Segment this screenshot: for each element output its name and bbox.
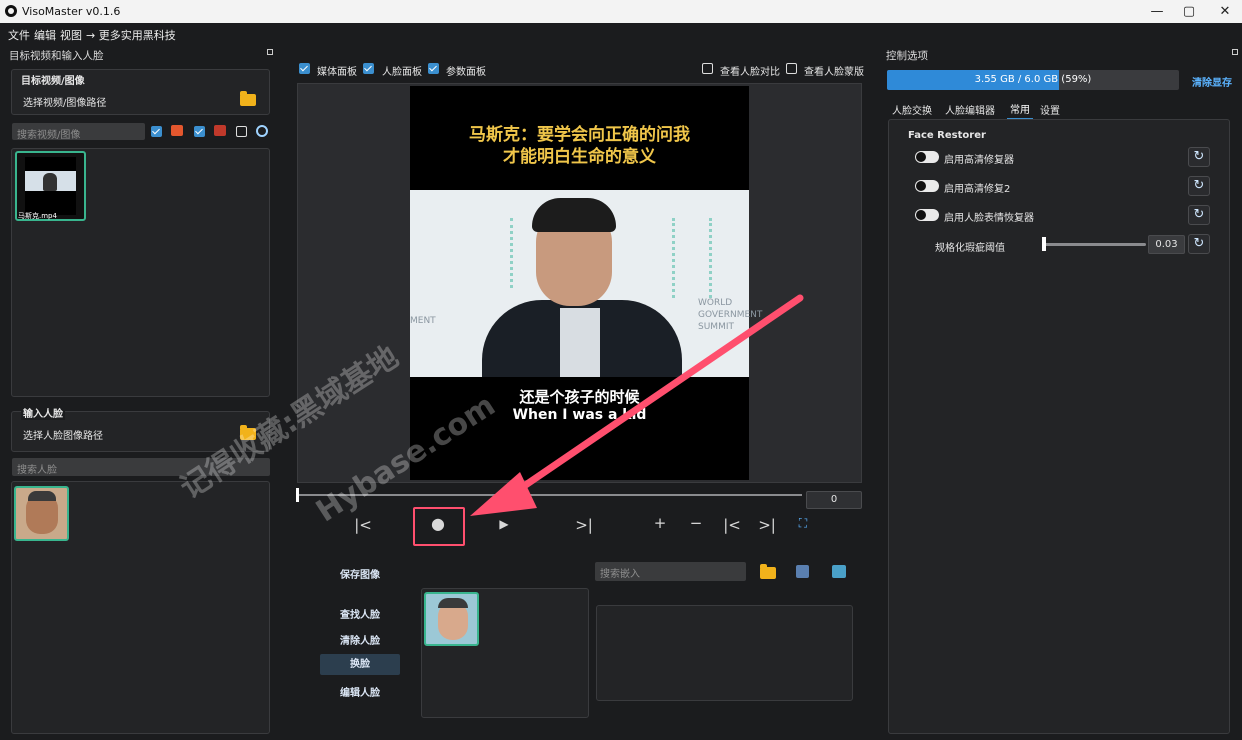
annotation-arrow xyxy=(470,294,804,516)
app-window: VisoMaster v0.1.6 — ▢ ✕ 文件 编辑 视图 → 更多实用黑… xyxy=(0,0,1242,740)
arrow-head xyxy=(470,472,537,516)
arrow-shaft xyxy=(504,294,804,501)
